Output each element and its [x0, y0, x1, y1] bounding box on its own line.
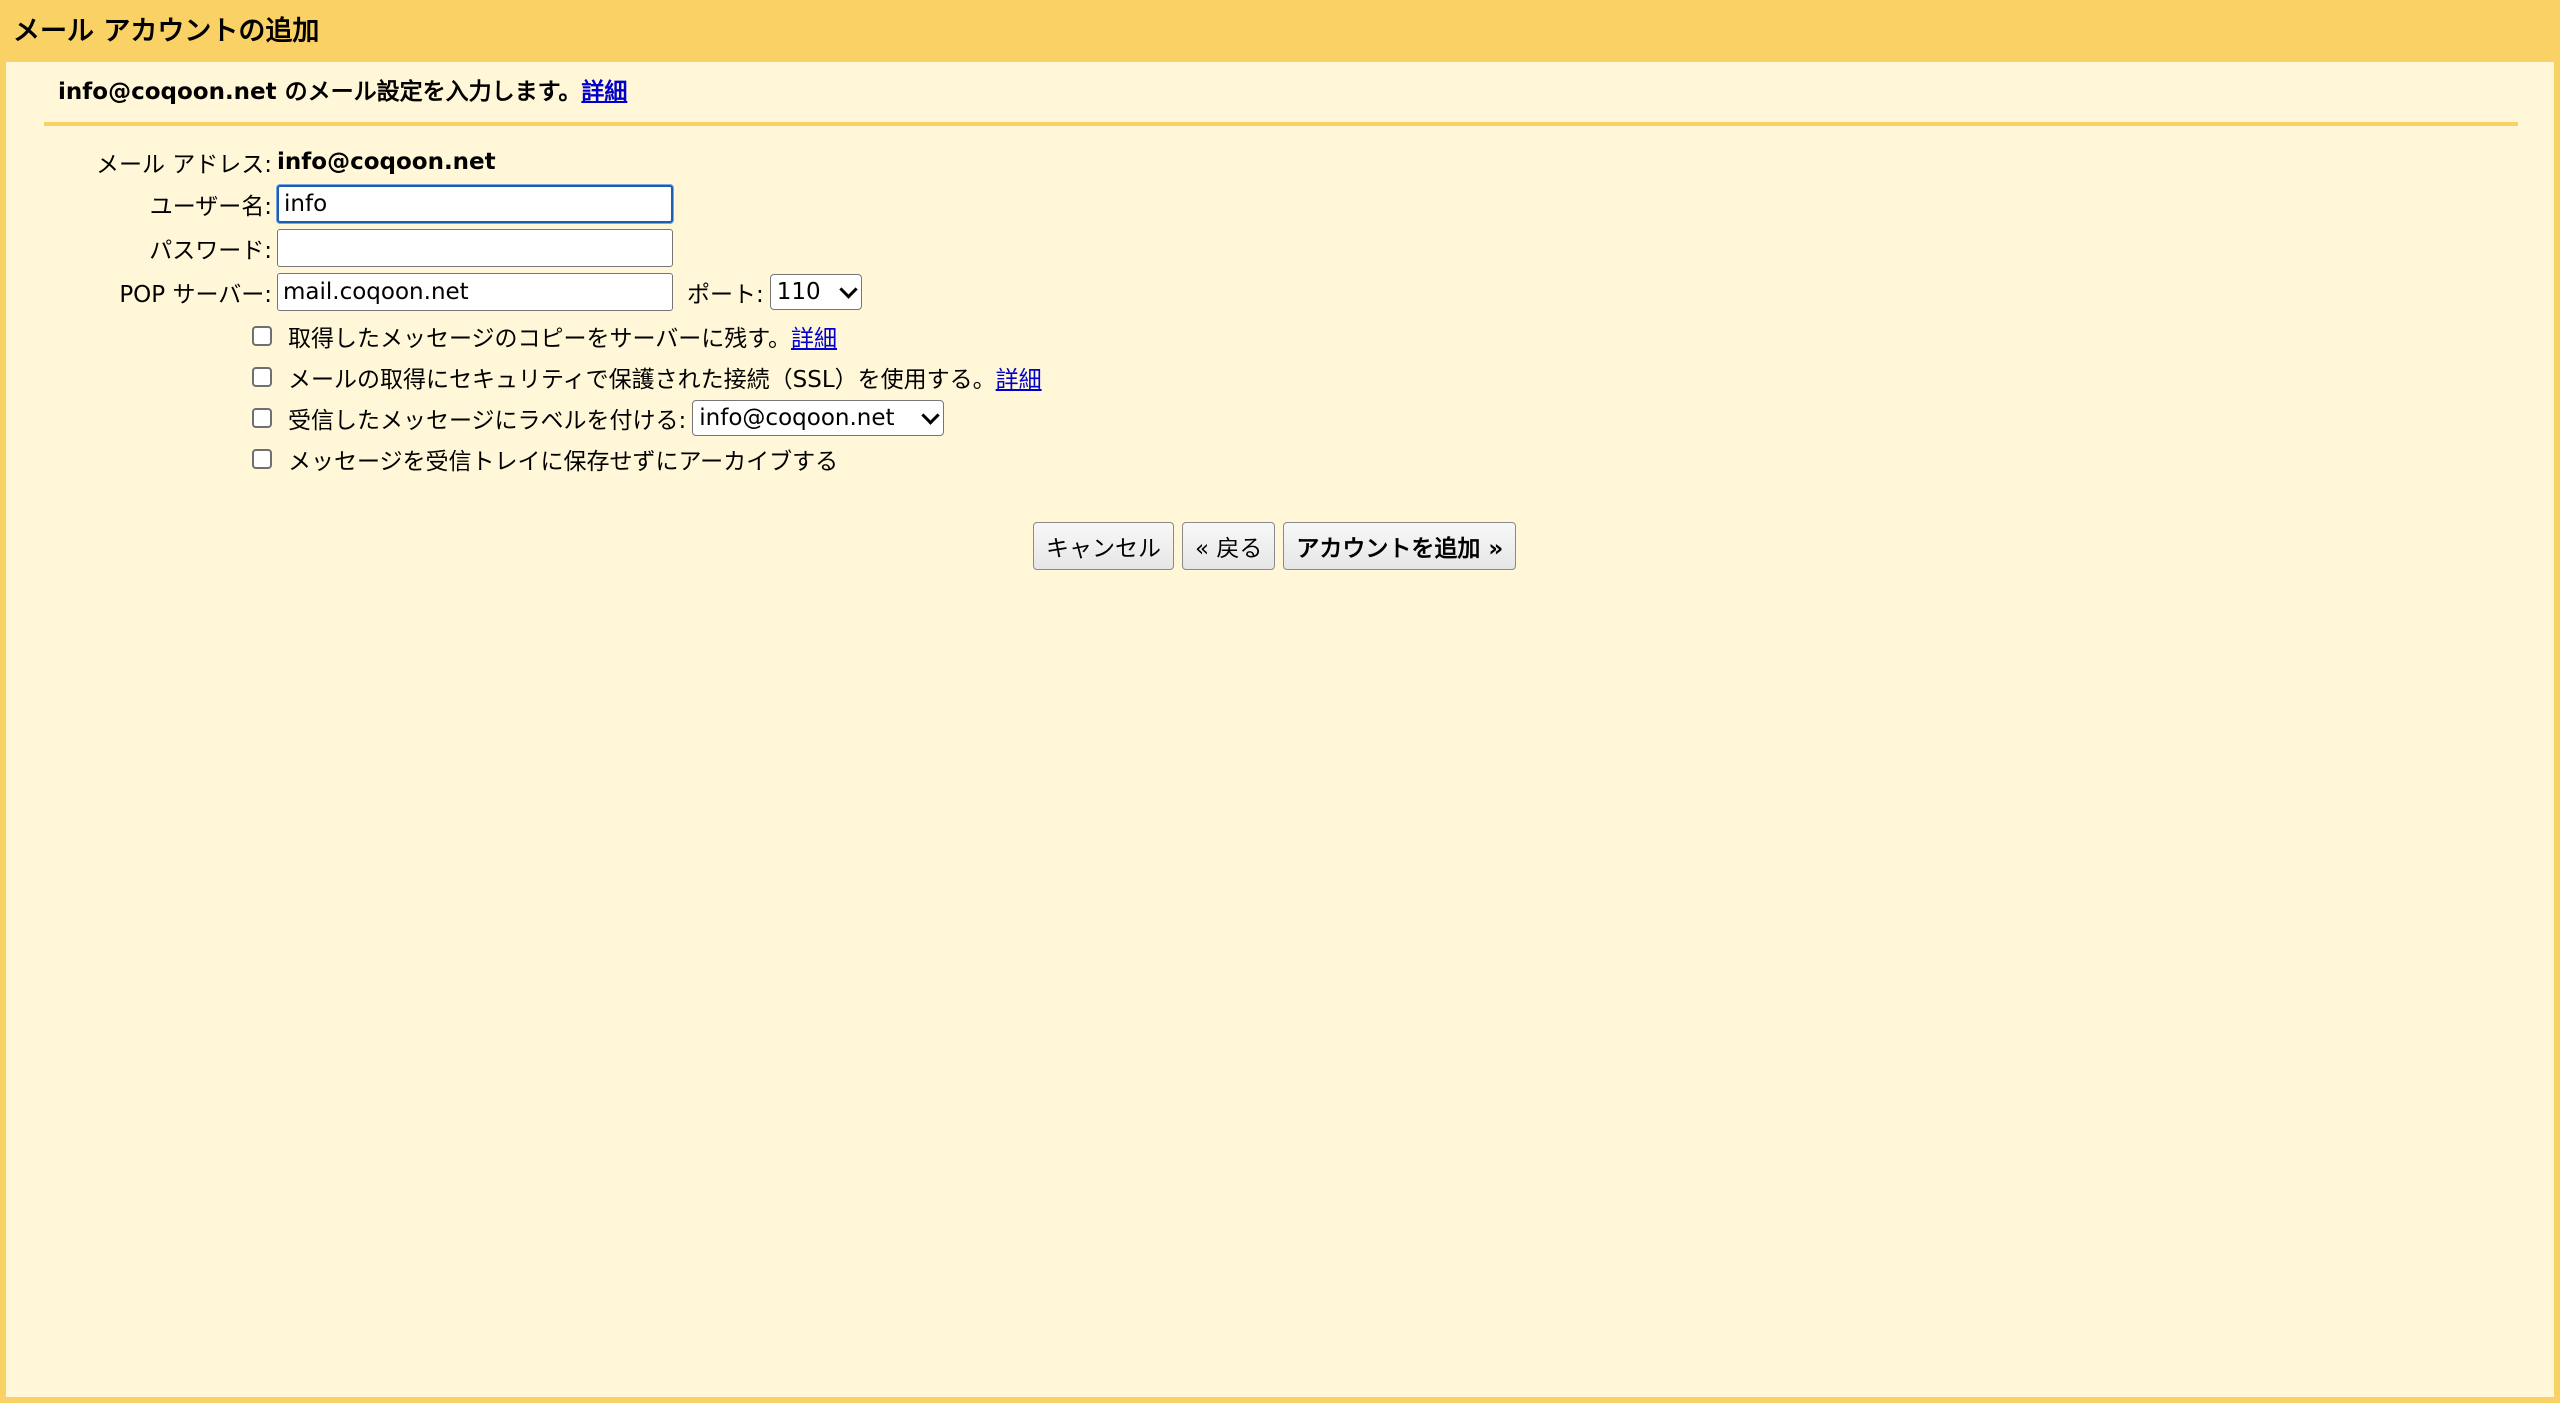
password-row: パスワード:: [6, 228, 673, 268]
intro-details-link[interactable]: 詳細: [581, 79, 627, 105]
keep-copy-label: 取得したメッセージのコピーをサーバーに残す。: [288, 326, 792, 352]
password-input[interactable]: [277, 229, 673, 267]
intro-text: info@coqoon.net のメール設定を入力します。: [58, 79, 582, 105]
option-label-incoming: 受信したメッセージにラベルを付ける: info@coqoon.net: [252, 400, 945, 436]
dialog-panel: info@coqoon.net のメール設定を入力します。詳細 メール アドレス…: [6, 62, 2554, 1397]
option-archive: メッセージを受信トレイに保存せずにアーカイブする: [252, 441, 838, 477]
dialog-title-bar: メール アカウントの追加: [0, 0, 2560, 62]
email-row: メール アドレス: info@coqoon.net: [6, 142, 496, 182]
ssl-details-link[interactable]: 詳細: [996, 360, 1042, 394]
username-label: ユーザー名:: [149, 194, 272, 220]
ssl-checkbox[interactable]: [252, 367, 272, 387]
header-divider: [44, 122, 2518, 126]
username-row: ユーザー名:: [6, 184, 673, 224]
label-incoming-checkbox[interactable]: [252, 408, 272, 428]
label-select-value: info@coqoon.net: [699, 405, 895, 431]
pop-server-row: POP サーバー: ポート: 110: [6, 272, 862, 312]
pop-server-label: POP サーバー:: [119, 282, 272, 308]
keep-copy-checkbox[interactable]: [252, 326, 272, 346]
archive-checkbox[interactable]: [252, 449, 272, 469]
port-select-value: 110: [776, 279, 821, 305]
back-button[interactable]: « 戻る: [1182, 522, 1276, 570]
archive-label: メッセージを受信トレイに保存せずにアーカイブする: [288, 449, 839, 475]
username-input[interactable]: [277, 185, 673, 223]
port-label: ポート:: [687, 282, 764, 308]
port-select[interactable]: 110: [769, 274, 862, 310]
dialog-title: メール アカウントの追加: [13, 16, 320, 47]
chevron-down-icon: [839, 279, 858, 299]
chevron-down-icon: [921, 405, 940, 425]
keep-copy-details-link[interactable]: 詳細: [791, 319, 837, 353]
add-account-button[interactable]: アカウントを追加 »: [1283, 522, 1517, 570]
cancel-button[interactable]: キャンセル: [1033, 522, 1174, 570]
email-value: info@coqoon.net: [277, 149, 496, 175]
email-label: メール アドレス:: [95, 152, 272, 178]
pop-server-input[interactable]: [277, 273, 673, 311]
option-ssl: メールの取得にセキュリティで保護された接続（SSL）を使用する。 詳細: [252, 359, 1042, 395]
label-select[interactable]: info@coqoon.net: [692, 400, 945, 436]
password-label: パスワード:: [149, 238, 272, 264]
button-bar: キャンセル « 戻る アカウントを追加 »: [1033, 522, 1517, 570]
ssl-label: メールの取得にセキュリティで保護された接続（SSL）を使用する。: [288, 367, 996, 393]
intro-line: info@coqoon.net のメール設定を入力します。詳細: [58, 76, 627, 108]
label-incoming-label: 受信したメッセージにラベルを付ける:: [288, 408, 687, 434]
option-keep-copy: 取得したメッセージのコピーをサーバーに残す。 詳細: [252, 318, 837, 354]
